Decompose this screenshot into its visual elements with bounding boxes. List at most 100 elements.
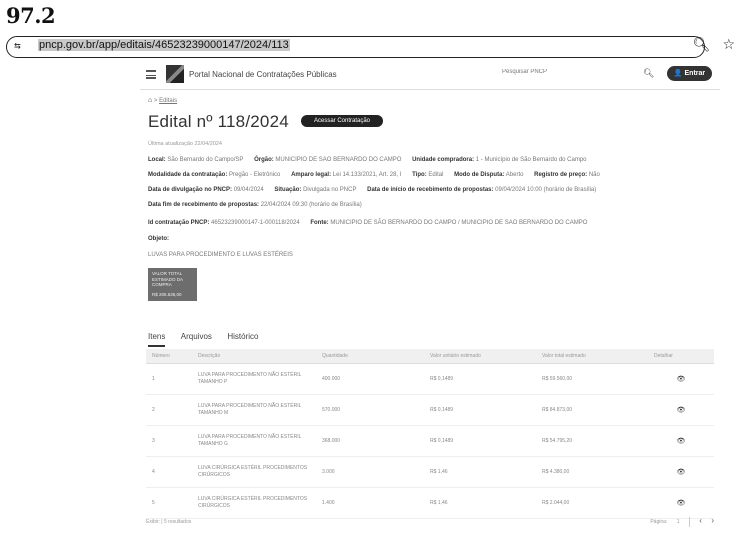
items-table: Número Descrição Quantidade Valor unitár… (146, 349, 714, 519)
cell-descricao: LUVA PARA PROCEDIMENTO NÃO ESTÉRIL TAMAN… (192, 425, 316, 457)
cell-valor-total: R$ 59.560,00 (536, 363, 648, 395)
cell-valor-total: R$ 54.795,20 (536, 425, 648, 457)
results-info: Exibir: | 5 resultados (146, 519, 192, 525)
table-header-row: Número Descrição Quantidade Valor unitár… (146, 349, 714, 364)
info-row-3: Data de divulgação no PNCP: 09/04/2024 S… (148, 187, 596, 193)
registro-label: Registro de preço: (534, 172, 588, 178)
inicio-label: Data de início de recebimento de propost… (367, 187, 494, 193)
tipo-value: Edital (428, 172, 444, 178)
cell-quantidade: 368.000 (316, 425, 424, 457)
col-descricao[interactable]: Descrição (192, 349, 316, 364)
cell-numero: 5 (146, 487, 192, 519)
browser-actions: 🔍︎ ☆ (681, 37, 735, 53)
cell-valor-unitario: R$ 1,46 (424, 456, 536, 488)
info-row-6: Objeto: (148, 236, 169, 242)
cell-descricao: LUVA CIRÚRGICA ESTÉRIL PROCEDIMENTOS CIR… (192, 456, 316, 488)
col-numero[interactable]: Número (146, 349, 192, 364)
objeto-value: LUVAS PARA PROCEDIMENTO E LUVAS ESTÉREIS (148, 252, 293, 258)
prev-page-icon[interactable]: ‹ (699, 516, 702, 525)
col-quantidade[interactable]: Quantidade (316, 349, 424, 364)
cell-valor-total: R$ 84.873,00 (536, 394, 648, 426)
unidade-value: 1 - Município de São Bernardo do Campo (475, 157, 587, 163)
cell-descricao: LUVA PARA PROCEDIMENTO NÃO ESTÉRIL TAMAN… (192, 394, 316, 426)
document-label: 97.2 (6, 3, 56, 28)
tab-arquivos[interactable]: Arquivos (181, 332, 212, 344)
view-details-icon[interactable]: 👁︎ (648, 425, 714, 457)
estimated-value-amount: R$ 205.636,00 (152, 291, 182, 297)
table-row: 3 LUVA PARA PROCEDIMENTO NÃO ESTÉRIL TAM… (146, 425, 714, 457)
portal-title[interactable]: Portal Nacional de Contratações Públicas (189, 70, 337, 79)
page-title: Edital nº 118/2024 (148, 112, 289, 131)
registro-value: Não (588, 172, 600, 178)
view-details-icon[interactable]: 👁︎ (648, 394, 714, 426)
login-button[interactable]: 👤 Entrar (667, 66, 712, 81)
table-row: 5 LUVA CIRÚRGICA ESTÉRIL PROCEDIMENTOS C… (146, 487, 714, 519)
cell-valor-total: R$ 2.044,00 (536, 487, 648, 519)
last-update: Última atualização 22/04/2024 (148, 141, 222, 147)
page-number[interactable]: 1 (677, 519, 680, 525)
col-valor-unitario[interactable]: Valor unitário estimado (424, 349, 536, 364)
divulgacao-value: 09/04/2024 (233, 187, 264, 193)
view-details-icon[interactable]: 👁︎ (648, 363, 714, 395)
cell-numero: 2 (146, 394, 192, 426)
cell-valor-unitario: R$ 1,46 (424, 487, 536, 519)
search-input[interactable] (502, 69, 642, 75)
estimated-value-card: VALOR TOTAL ESTIMADO DA COMPRA R$ 205.63… (148, 268, 197, 301)
breadcrumb: ⌂ > Editais (148, 97, 178, 104)
tab-historico[interactable]: Histórico (227, 332, 258, 344)
tipo-label: Tipo: (412, 172, 427, 178)
pager-divider (688, 516, 690, 527)
orgao-value: MUNICIPIO DE SAO BERNARDO DO CAMPO (275, 157, 402, 163)
top-navigation: Portal Nacional de Contratações Públicas… (140, 60, 720, 90)
table-row: 2 LUVA PARA PROCEDIMENTO NÃO ESTÉRIL TAM… (146, 394, 714, 426)
cell-valor-unitario: R$ 0,1489 (424, 425, 536, 457)
col-valor-total[interactable]: Valor total estimado (536, 349, 648, 364)
next-page-icon[interactable]: › (711, 516, 714, 525)
search-icon[interactable]: 🔍︎ (643, 68, 654, 79)
disputa-label: Modo de Disputa: (454, 172, 505, 178)
amparo-label: Amparo legal: (291, 172, 332, 178)
access-contract-button[interactable]: Acessar Contratação (301, 115, 383, 127)
menu-icon[interactable] (146, 70, 156, 79)
unidade-label: Unidade compradora: (412, 157, 475, 163)
situacao-value: Divulgada no PNCP (303, 187, 357, 193)
info-row-1: Local: São Bernardo do Campo/SP Órgão: M… (148, 157, 587, 163)
view-details-icon[interactable]: 👁︎ (648, 456, 714, 488)
cell-quantidade: 570.000 (316, 394, 424, 426)
breadcrumb-editais[interactable]: Editais (159, 98, 177, 104)
zoom-icon[interactable]: 🔍︎ (693, 37, 711, 53)
site-settings-icon[interactable]: ⇆ (14, 39, 21, 52)
table-row: 4 LUVA CIRÚRGICA ESTÉRIL PROCEDIMENTOS C… (146, 456, 714, 488)
tab-itens[interactable]: Itens (148, 332, 166, 347)
cell-quantidade: 3.000 (316, 456, 424, 488)
fonte-label: Fonte: (310, 220, 329, 226)
pncp-page: Portal Nacional de Contratações Públicas… (140, 60, 720, 530)
cell-descricao: LUVA PARA PROCEDIMENTO NÃO ESTÉRIL TAMAN… (192, 363, 316, 395)
page-controls: Página: 1 ‹ › (642, 516, 714, 527)
home-icon[interactable]: ⌂ (148, 97, 152, 104)
divulgacao-label: Data de divulgação no PNCP: (148, 187, 233, 193)
results-count[interactable]: 5 resultados (164, 519, 191, 525)
amparo-value: Lei 14.133/2021, Art. 28, I (332, 172, 402, 178)
cell-numero: 4 (146, 456, 192, 488)
view-details-icon[interactable]: 👁︎ (648, 487, 714, 519)
url-text[interactable]: pncp.gov.br/app/editais/46523239000147/2… (38, 39, 290, 51)
cell-valor-total: R$ 4.380,00 (536, 456, 648, 488)
fim-label: Data fim de recebimento de propostas: (148, 202, 260, 208)
modalidade-label: Modalidade da contratação: (148, 172, 228, 178)
cell-valor-unitario: R$ 0,1489 (424, 363, 536, 395)
address-bar[interactable]: ⇆ pncp.gov.br/app/editais/46523239000147… (6, 36, 705, 58)
modalidade-value: Pregão - Eletrônico (229, 172, 281, 178)
local-value: São Bernardo do Campo/SP (167, 157, 244, 163)
info-row-4: Data fim de recebimento de propostas: 22… (148, 202, 362, 208)
local-label: Local: (148, 157, 166, 163)
fonte-value: MUNICIPIO DE SÃO BERNARDO DO CAMPO / MUN… (330, 220, 588, 226)
page-label: Página: (650, 519, 668, 525)
id-value: 46523239000147-1-000118/2024 (211, 220, 300, 226)
orgao-label: Órgão: (254, 157, 274, 163)
cell-numero: 3 (146, 425, 192, 457)
bookmark-star-icon[interactable]: ☆ (722, 37, 735, 53)
cell-quantidade: 400.000 (316, 363, 424, 395)
info-row-2: Modalidade da contratação: Pregão - Elet… (148, 172, 600, 178)
show-label: Exibir: (146, 519, 160, 525)
